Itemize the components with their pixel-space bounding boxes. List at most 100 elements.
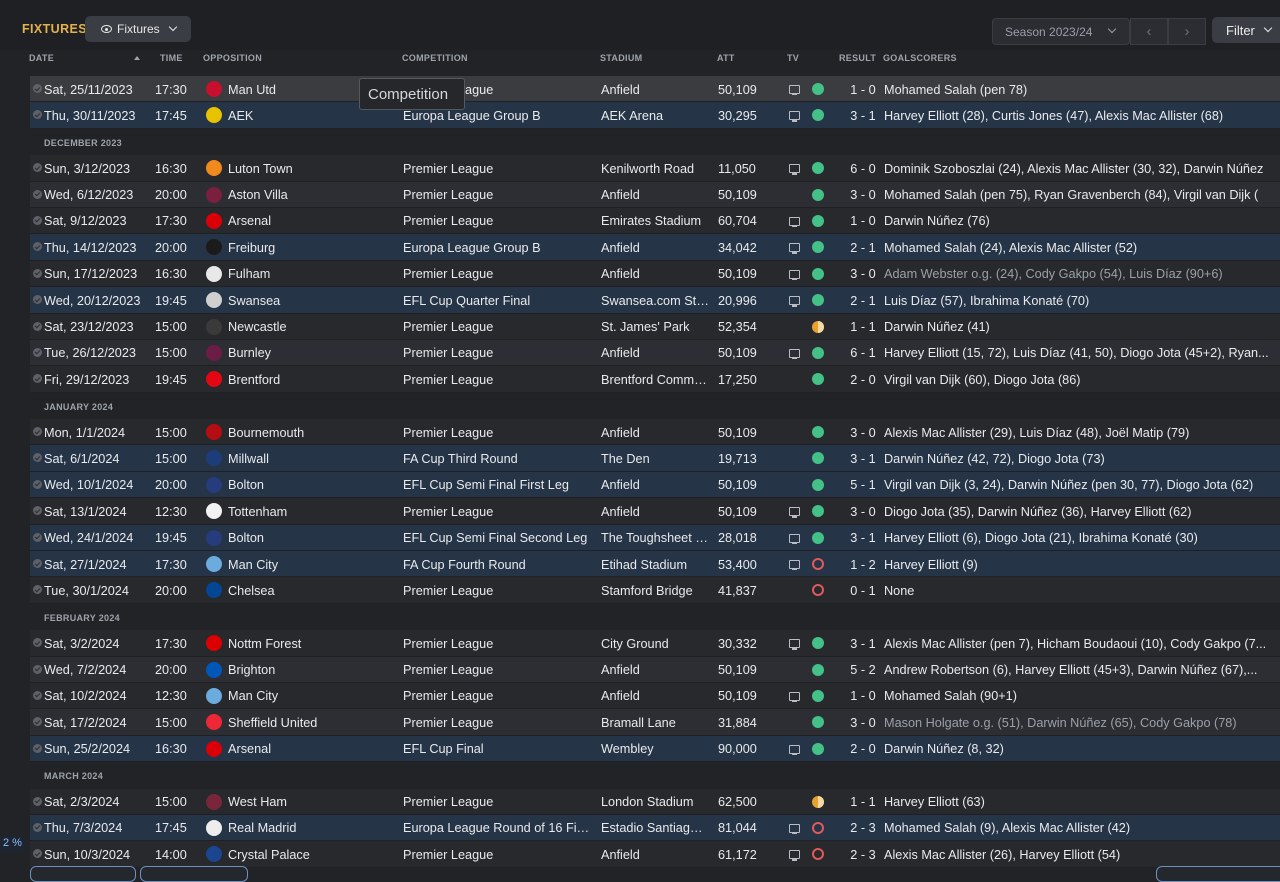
competition-cell[interactable]: Europa League Group B — [403, 109, 593, 123]
opposition-cell[interactable]: Bournemouth — [228, 426, 378, 440]
competition-cell[interactable]: Premier League — [403, 373, 593, 387]
column-header-stadium[interactable]: STADIUM — [600, 53, 642, 63]
opposition-cell[interactable]: Chelsea — [228, 584, 378, 598]
fixture-row[interactable]: Sun, 3/12/2023 16:30 Luton Town Premier Lea… — [30, 155, 1280, 182]
previous-season-button[interactable]: ‹ — [1130, 18, 1168, 45]
column-header-result[interactable]: RESULT — [839, 53, 876, 63]
goalscorers-cell[interactable]: Mohamed Salah (9), Alexis Mac Allister (… — [884, 821, 1274, 835]
competition-cell[interactable]: Premier League — [403, 188, 593, 202]
stadium-cell[interactable]: Wembley — [601, 742, 709, 756]
opposition-cell[interactable]: Real Madrid — [228, 821, 378, 835]
opposition-cell[interactable]: Tottenham — [228, 505, 378, 519]
opposition-cell[interactable]: Bolton — [228, 531, 378, 545]
fixture-row[interactable]: Wed, 7/2/2024 20:00 Brighton Premier League… — [30, 656, 1280, 683]
goalscorers-cell[interactable]: Mohamed Salah (pen 75), Ryan Gravenberch… — [884, 188, 1274, 202]
stadium-cell[interactable]: AEK Arena — [601, 109, 709, 123]
fixture-row[interactable]: Sat, 13/1/2024 12:30 Tottenham Premier Leag… — [30, 498, 1280, 525]
competition-cell[interactable]: Premier League — [403, 346, 593, 360]
stadium-cell[interactable]: Anfield — [601, 689, 709, 703]
competition-cell[interactable]: Premier League — [403, 584, 593, 598]
fixture-row[interactable]: Sat, 3/2/2024 17:30 Nottm Forest Premier Le… — [30, 630, 1280, 657]
opposition-cell[interactable]: Bolton — [228, 478, 378, 492]
competition-cell[interactable]: Premier League — [403, 663, 593, 677]
season-dropdown[interactable]: Season 2023/24 — [992, 18, 1130, 45]
opposition-cell[interactable]: Man City — [228, 558, 378, 572]
goalscorers-cell[interactable]: Harvey Elliott (63) — [884, 795, 1274, 809]
competition-cell[interactable]: Premier League — [403, 505, 593, 519]
fixture-row[interactable]: Sun, 17/12/2023 16:30 Fulham Premier League… — [30, 260, 1280, 288]
column-header-tv[interactable]: TV — [787, 53, 799, 63]
goalscorers-cell[interactable]: Mason Holgate o.g. (51), Darwin Núñez (6… — [884, 716, 1274, 730]
bottom-tab[interactable] — [30, 866, 136, 882]
fixture-row[interactable]: Wed, 20/12/2023 19:45 Swansea EFL Cup Quart… — [30, 287, 1280, 314]
goalscorers-cell[interactable]: Adam Webster o.g. (24), Cody Gakpo (54),… — [884, 267, 1274, 281]
competition-cell[interactable]: Europa League Round of 16 First Leg — [403, 821, 593, 835]
fixture-row[interactable]: Wed, 6/12/2023 20:00 Aston Villa Premier Le… — [30, 181, 1280, 208]
column-header-goalscorers[interactable]: GOALSCORERS — [883, 53, 957, 63]
stadium-cell[interactable]: Etihad Stadium — [601, 558, 709, 572]
stadium-cell[interactable]: Stamford Bridge — [601, 584, 709, 598]
bottom-tab[interactable] — [140, 866, 248, 882]
goalscorers-cell[interactable]: Harvey Elliott (28), Curtis Jones (47), … — [884, 109, 1274, 123]
stadium-cell[interactable]: Anfield — [601, 346, 709, 360]
fixture-row[interactable]: Thu, 7/3/2024 17:45 Real Madrid Europa Leag… — [30, 814, 1280, 842]
fixture-row[interactable]: Sat, 10/2/2024 12:30 Man City Premier Leagu… — [30, 682, 1280, 710]
stadium-cell[interactable]: City Ground — [601, 637, 709, 651]
competition-cell[interactable]: Premier League — [403, 637, 593, 651]
stadium-cell[interactable]: Emirates Stadium — [601, 214, 709, 228]
competition-cell[interactable]: FA Cup Third Round — [403, 452, 593, 466]
next-season-button[interactable]: › — [1168, 18, 1206, 45]
goalscorers-cell[interactable]: Harvey Elliott (15, 72), Luis Díaz (41, … — [884, 346, 1274, 360]
fixture-row[interactable]: Tue, 26/12/2023 15:00 Burnley Premier Leagu… — [30, 339, 1280, 367]
column-header-competition[interactable]: COMPETITION — [402, 53, 468, 63]
stadium-cell[interactable]: Kenilworth Road — [601, 162, 709, 176]
fixture-row[interactable]: Sun, 10/3/2024 14:00 Crystal Palace Premier… — [30, 841, 1280, 868]
opposition-cell[interactable]: West Ham — [228, 795, 378, 809]
stadium-cell[interactable]: Anfield — [601, 241, 709, 255]
goalscorers-cell[interactable]: Darwin Núñez (41) — [884, 320, 1274, 334]
fixture-row[interactable]: Fri, 29/12/2023 19:45 Brentford Premier Lea… — [30, 366, 1280, 393]
competition-cell[interactable]: Premier League — [403, 162, 593, 176]
opposition-cell[interactable]: Burnley — [228, 346, 378, 360]
opposition-cell[interactable]: Freiburg — [228, 241, 378, 255]
competition-cell[interactable]: Premier League — [403, 320, 593, 334]
goalscorers-cell[interactable]: Harvey Elliott (9) — [884, 558, 1274, 572]
opposition-cell[interactable]: Newcastle — [228, 320, 378, 334]
opposition-cell[interactable]: Swansea — [228, 294, 378, 308]
goalscorers-cell[interactable]: Darwin Núñez (8, 32) — [884, 742, 1274, 756]
opposition-cell[interactable]: Fulham — [228, 267, 378, 281]
fixture-row[interactable]: Sat, 6/1/2024 15:00 Millwall FA Cup Third R… — [30, 445, 1280, 472]
stadium-cell[interactable]: Anfield — [601, 83, 709, 97]
stadium-cell[interactable]: Bramall Lane — [601, 716, 709, 730]
stadium-cell[interactable]: Brentford Community Stadium — [601, 373, 709, 387]
goalscorers-cell[interactable]: Darwin Núñez (76) — [884, 214, 1274, 228]
fixture-row[interactable]: Sat, 9/12/2023 17:30 Arsenal Premier League… — [30, 207, 1280, 235]
fixture-row[interactable]: Sat, 23/12/2023 15:00 Newcastle Premier Lea… — [30, 313, 1280, 340]
stadium-cell[interactable]: Anfield — [601, 505, 709, 519]
competition-cell[interactable]: Premier League — [403, 214, 593, 228]
competition-cell[interactable]: Premier League — [403, 795, 593, 809]
competition-cell[interactable]: Premier League — [403, 716, 593, 730]
opposition-cell[interactable]: AEK — [228, 109, 378, 123]
stadium-cell[interactable]: Anfield — [601, 663, 709, 677]
opposition-cell[interactable]: Arsenal — [228, 214, 378, 228]
goalscorers-cell[interactable]: Mohamed Salah (24), Alexis Mac Allister … — [884, 241, 1274, 255]
goalscorers-cell[interactable]: Virgil van Dijk (60), Diogo Jota (86) — [884, 373, 1274, 387]
opposition-cell[interactable]: Millwall — [228, 452, 378, 466]
goalscorers-cell[interactable]: Alexis Mac Allister (29), Luis Díaz (48)… — [884, 426, 1274, 440]
stadium-cell[interactable]: Anfield — [601, 478, 709, 492]
filter-button[interactable]: Filter — [1212, 17, 1280, 43]
fixture-row[interactable]: Sat, 25/11/202317:30Man UtdPremier Leagu… — [30, 76, 1280, 103]
opposition-cell[interactable]: Brighton — [228, 663, 378, 677]
column-header-attendance[interactable]: ATT — [717, 53, 735, 63]
competition-cell[interactable]: Premier League — [403, 689, 593, 703]
stadium-cell[interactable]: Anfield — [601, 188, 709, 202]
goalscorers-cell[interactable]: Andrew Robertson (6), Harvey Elliott (45… — [884, 663, 1274, 677]
goalscorers-cell[interactable]: Mohamed Salah (pen 78) — [884, 83, 1274, 97]
opposition-cell[interactable]: Luton Town — [228, 162, 378, 176]
bottom-tab[interactable] — [1156, 866, 1280, 882]
goalscorers-cell[interactable]: Virgil van Dijk (3, 24), Darwin Núñez (p… — [884, 478, 1274, 492]
competition-cell[interactable]: EFL Cup Quarter Final — [403, 294, 593, 308]
stadium-cell[interactable]: Anfield — [601, 848, 709, 862]
fixture-row[interactable]: Mon, 1/1/2024 15:00 Bournemouth Premier Lea… — [30, 419, 1280, 446]
